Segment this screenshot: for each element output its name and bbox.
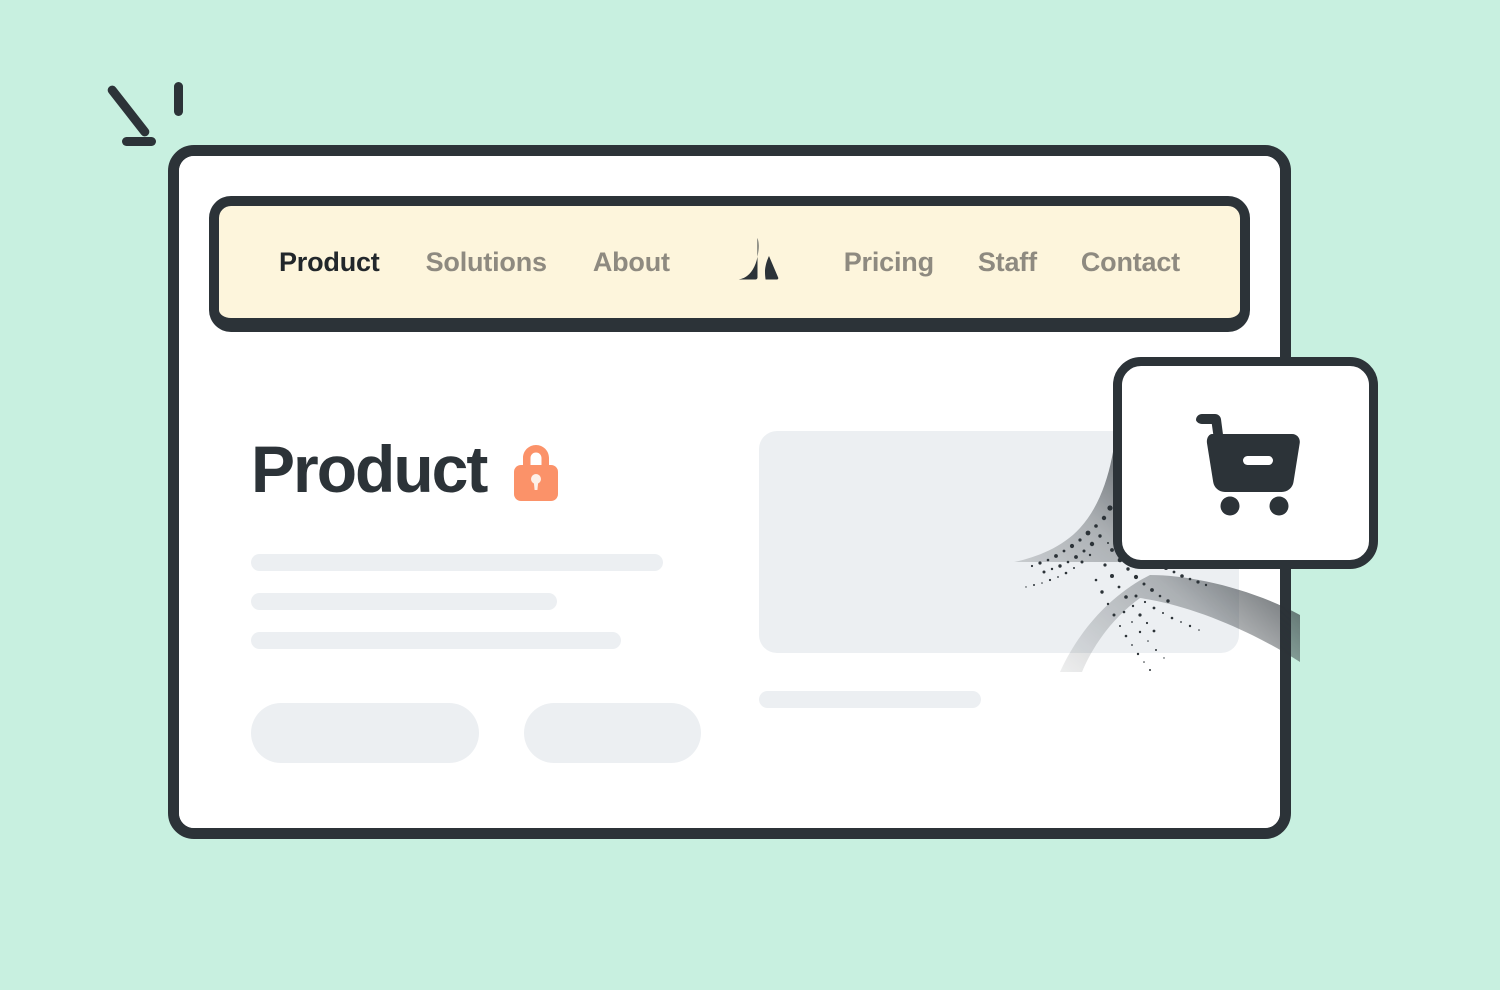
shopping-cart-card[interactable] (1113, 357, 1378, 569)
sparkle-horizontal-icon (122, 137, 156, 146)
nav-item-contact[interactable]: Contact (1081, 247, 1180, 278)
sparkle-vertical-icon (174, 82, 183, 116)
hero-text-column: Product (251, 436, 721, 763)
skeleton-secondary-button[interactable] (524, 703, 701, 763)
sparkle-decoration (105, 72, 200, 152)
nav-item-product[interactable]: Product (279, 247, 380, 278)
lock-icon (514, 445, 559, 501)
skeleton-button-group (251, 703, 721, 763)
page-title-row: Product (251, 436, 721, 502)
skeleton-text-block (251, 554, 721, 649)
skeleton-text-line (251, 554, 663, 571)
brand-logo[interactable] (727, 232, 787, 292)
skeleton-primary-button[interactable] (251, 703, 479, 763)
sparkle-diagonal-icon (105, 83, 152, 139)
main-navigation-bar: Product Solutions About Pricing Staff Co… (209, 196, 1250, 332)
illustration-canvas: Product Solutions About Pricing Staff Co… (0, 0, 1500, 990)
atlassian-peaks-logo-icon (738, 238, 779, 280)
nav-item-about[interactable]: About (593, 247, 670, 278)
skeleton-text-line (251, 593, 557, 610)
nav-item-solutions[interactable]: Solutions (426, 247, 547, 278)
skeleton-text-line (251, 632, 621, 649)
nav-item-pricing[interactable]: Pricing (844, 247, 934, 278)
shopping-cart-icon (1195, 414, 1300, 516)
skeleton-caption-line (759, 691, 981, 708)
nav-group-left: Product Solutions About (279, 247, 670, 278)
nav-group-right: Pricing Staff Contact (844, 247, 1180, 278)
page-title: Product (251, 432, 488, 506)
nav-item-staff[interactable]: Staff (978, 247, 1037, 278)
